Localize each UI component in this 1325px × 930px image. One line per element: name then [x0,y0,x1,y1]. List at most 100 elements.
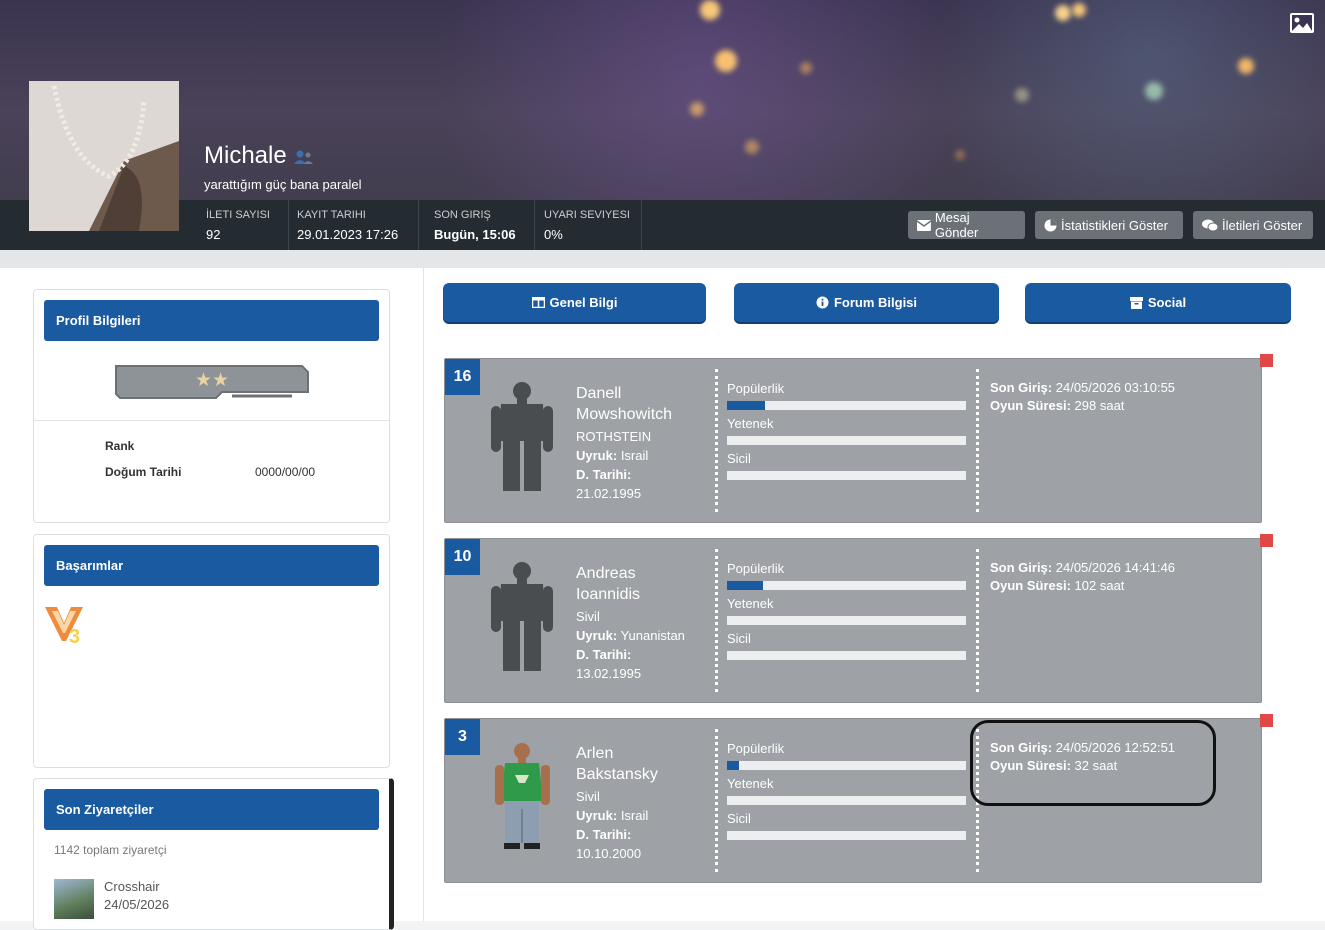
stat-bar-label: Yetenek [727,776,774,791]
character-faction: Sivil [576,609,600,624]
status-flag-icon[interactable] [1260,534,1273,547]
stat-bar [727,796,966,805]
visitor-date: 24/05/2026 [104,897,170,912]
visitor-avatar[interactable] [54,879,94,919]
character-first-name: Arlen [576,745,614,762]
box-title: Son Ziyaretçiler [44,789,379,830]
character-silhouette [491,562,553,671]
character-first-name: Andreas [576,565,636,582]
stat-bar-fill [727,581,763,590]
visitor-total: 1142 toplam ziyaretçi [54,843,167,857]
profile-status: yarattığım güç bana paralel [204,177,362,192]
birthdate-value: 13.02.1995 [576,666,642,681]
birthdate-value: 0000/00/00 [255,465,316,479]
stat-bar [727,401,966,410]
pie-chart-icon [1044,219,1057,231]
playtime: Oyun Süresi: 298 saat [990,398,1124,413]
character-image [485,559,560,674]
last-login-value: 24/05/2026 14:41:46 [1055,560,1176,575]
tab-forum-info[interactable]: Forum Bilgisi [734,283,999,322]
stat-bar-label: Yetenek [727,596,774,611]
stat-bar [727,471,966,480]
status-flag-icon[interactable] [1260,714,1273,727]
stat-bar-label: Sicil [727,811,751,826]
stat-label: KAYIT TARIHI [297,209,366,221]
stat-bar [727,651,966,660]
button-label: Mesaj Gönder [934,210,979,240]
column-divider [976,369,979,512]
stat-bar-fill [727,761,739,770]
nationality-label: Uyruk: [576,628,618,643]
stat-register-date: KAYIT TARIHI 29.01.2023 17:26 [288,200,419,250]
nationality-value: Yunanistan [620,628,685,643]
character-skin-image [495,743,550,849]
image-icon [1290,13,1314,33]
rank-label: Rank [105,439,135,453]
box-title: Profil Bilgileri [44,300,379,341]
svg-text:3: 3 [69,626,80,647]
playtime-label: Oyun Süresi: [990,398,1071,413]
last-login-value: 24/05/2026 03:10:55 [1055,380,1176,395]
change-cover-button[interactable] [1289,12,1315,34]
sidebar: Profil Bilgileri ★★ Rank Doğum Tarihi 00… [0,268,424,930]
box-title: Başarımlar [44,545,379,586]
main-content: Genel Bilgi Forum Bilgisi Social 16 Danel… [424,268,1325,921]
stat-value: Bugün, 15:06 [434,227,516,242]
status-flag-icon[interactable] [1260,354,1273,367]
character-image [485,739,560,854]
nationality-label: Uyruk: [576,448,618,463]
tab-social[interactable]: Social [1025,283,1291,322]
character-last-name: Ioannidis [576,586,641,603]
character-level: 16 [445,359,480,395]
character-first-name: Danell [576,385,622,402]
visitor-name[interactable]: Crosshair [104,879,160,894]
stat-bar [727,581,966,590]
stat-value: 29.01.2023 17:26 [297,227,399,242]
stat-last-login: SON GIRIŞ Bugün, 15:06 [419,200,535,250]
tab-label: Forum Bilgisi [833,295,918,310]
rank-stars: ★★ [194,370,230,391]
playtime-label: Oyun Süresi: [990,578,1071,593]
show-posts-button[interactable]: İletileri Göster [1193,211,1313,239]
button-label: İletileri Göster [1222,217,1303,233]
last-login: Son Giriş: 24/05/2026 03:10:55 [990,380,1175,395]
character-name[interactable]: Danell Mowshowitch [576,383,706,425]
comments-icon [1202,219,1218,231]
stat-bar-label: Popülerlik [727,381,785,396]
user-group-icon [294,150,314,164]
profile-avatar[interactable] [29,81,179,231]
column-divider [715,549,718,692]
stat-value: 0% [544,227,563,242]
nationality-label: Uyruk: [576,808,618,823]
profile-username: Michale [204,142,315,170]
character-card[interactable]: 16 Danell Mowshowitch ROTHSTEIN Uyruk: Israi… [444,358,1262,523]
achievement-badge[interactable]: 3 [44,605,84,648]
birthdate-label: D. Tarihi: [576,647,632,662]
column-divider [976,549,979,692]
achievement-v3-icon: 3 [45,607,83,648]
stat-bar-label: Yetenek [727,416,774,431]
character-faction: ROTHSTEIN [576,429,652,444]
stat-bar [727,436,966,445]
stat-bar-fill [727,401,766,410]
character-name[interactable]: Andreas Ioannidis [576,563,706,605]
character-card[interactable]: 10 Andreas Ioannidis Sivil Uyruk: Yunanistan… [444,538,1262,703]
last-login: Son Giriş: 24/05/2026 14:41:46 [990,560,1175,575]
archive-icon [1129,296,1143,309]
character-name[interactable]: Arlen Bakstansky [576,743,706,785]
tab-label: Social [1147,295,1187,310]
stat-bar [727,761,966,770]
character-nationality: Uyruk: Israil [576,808,648,823]
last-login-label: Son Giriş: [990,380,1053,395]
button-label: İstatistikleri Göster [1061,217,1168,233]
character-level: 10 [445,539,480,575]
stat-bar-label: Popülerlik [727,561,785,576]
show-stats-button[interactable]: İstatistikleri Göster [1035,211,1183,239]
tab-general-info[interactable]: Genel Bilgi [443,283,706,322]
send-message-button[interactable]: Mesaj Gönder [908,210,1025,240]
stat-label: İLETI SAYISI [206,209,270,221]
character-silhouette [491,382,553,491]
tab-label: Genel Bilgi [549,295,618,310]
stat-label: SON GIRIŞ [434,209,491,221]
stat-bar [727,616,966,625]
